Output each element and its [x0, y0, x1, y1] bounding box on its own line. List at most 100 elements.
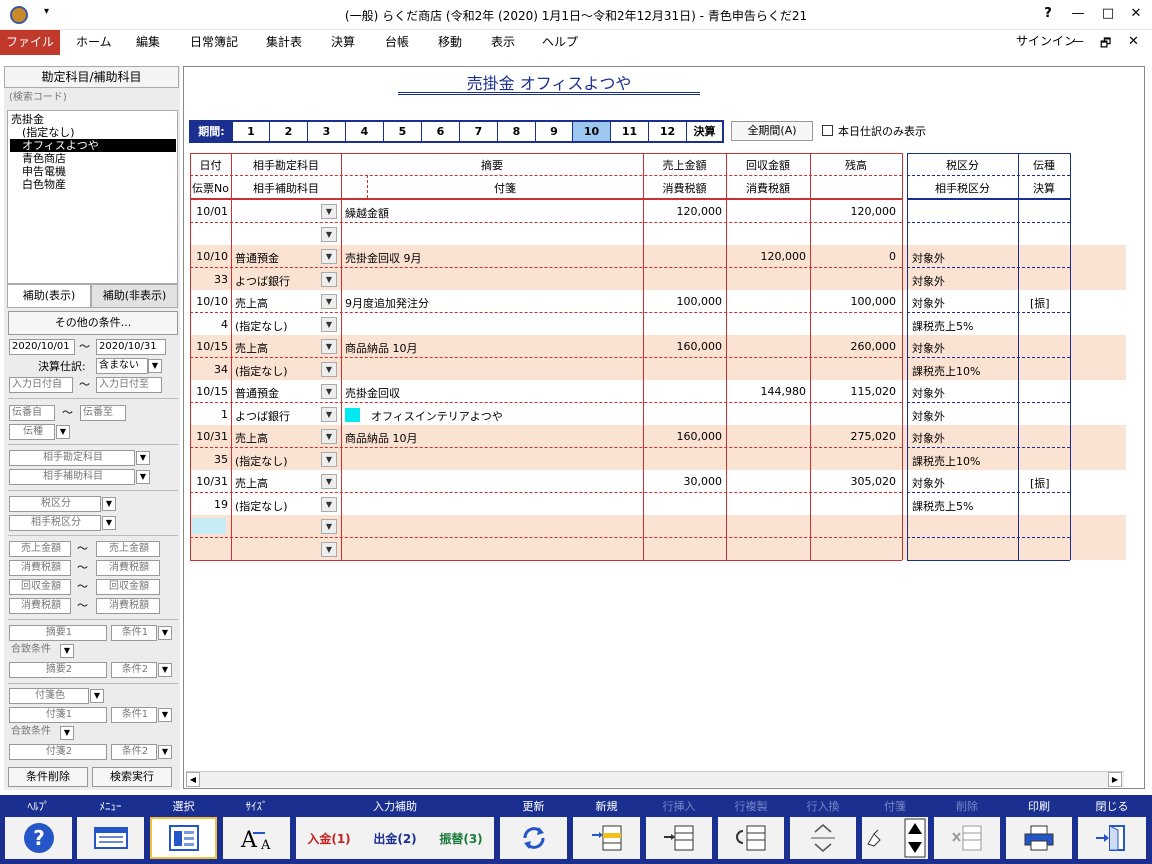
chevron-down-icon[interactable]: ▼ [321, 362, 337, 377]
update-tool-button[interactable]: 更新 [498, 798, 569, 861]
counter-taxcat-cell[interactable]: 課税売上10% [912, 453, 1016, 469]
deposit-button[interactable]: 入金(1) [307, 830, 350, 847]
summary-cell[interactable]: 繰越金額 [345, 205, 641, 221]
row-divider [190, 267, 902, 268]
slipno-cell[interactable]: 33 [190, 273, 228, 286]
chevron-down-icon[interactable]: ▼ [321, 272, 337, 287]
sales-cell[interactable]: 160,000 [643, 340, 723, 353]
scroll-right-icon[interactable]: ▶ [1108, 772, 1122, 787]
date-cell[interactable]: 10/15 [190, 385, 228, 398]
slipno-cell[interactable]: 1 [190, 408, 228, 421]
row-divider [907, 492, 1070, 493]
counter-account-cell[interactable]: 売上高 [235, 295, 319, 311]
slipno-cell[interactable]: 19 [190, 498, 228, 511]
sales-cell[interactable]: 100,000 [643, 295, 723, 308]
chevron-down-icon[interactable]: ▼ [321, 317, 337, 332]
size-tool-button[interactable]: ｻｲｽﾞ AA [221, 798, 292, 861]
counter-sub-cell[interactable]: (指定なし) [235, 318, 319, 334]
counter-taxcat-cell[interactable]: 課税売上5% [912, 318, 1016, 334]
date-cell[interactable]: 10/31 [190, 475, 228, 488]
row-insert-tool-button[interactable]: 行挿入 [644, 798, 714, 861]
header-date: 日付 [199, 159, 222, 172]
slipno-cell[interactable]: 34 [190, 363, 228, 376]
chevron-down-icon[interactable]: ▼ [321, 294, 337, 309]
tag-color-swatch [345, 408, 360, 422]
chevron-down-icon[interactable]: ▼ [321, 429, 337, 444]
counter-taxcat-cell[interactable]: 対象外 [912, 273, 1016, 289]
tag-up-down-icon[interactable] [904, 818, 926, 858]
header-slipno: 伝票No [192, 182, 229, 195]
chevron-down-icon[interactable]: ▼ [321, 339, 337, 354]
summary-cell[interactable]: 売掛金回収 [345, 385, 641, 401]
counter-sub-cell[interactable]: よつば銀行 [235, 408, 319, 424]
chevron-down-icon[interactable]: ▼ [321, 497, 337, 512]
column-border [902, 153, 903, 560]
new-entry-date-input[interactable] [192, 518, 226, 534]
counter-taxcat-cell[interactable]: 課税売上5% [912, 498, 1016, 514]
new-tool-button[interactable]: 新規 [571, 798, 642, 861]
sales-cell[interactable]: 160,000 [643, 430, 723, 443]
horizontal-scrollbar[interactable]: ◀ ▶ [186, 771, 1124, 787]
tag-tool-button[interactable]: 付箋 [860, 798, 930, 861]
counter-sub-cell[interactable]: (指定なし) [235, 498, 319, 514]
collect-cell[interactable]: 144,980 [726, 385, 807, 398]
taxcat-cell[interactable]: 対象外 [912, 385, 1016, 401]
summary-cell[interactable]: 売掛金回収 9月 [345, 250, 641, 266]
collect-cell[interactable]: 120,000 [726, 250, 807, 263]
counter-sub-cell[interactable]: (指定なし) [235, 363, 319, 379]
chevron-down-icon[interactable]: ▼ [321, 249, 337, 264]
chevron-down-icon[interactable]: ▼ [321, 452, 337, 467]
chevron-down-icon[interactable]: ▼ [321, 384, 337, 399]
counter-taxcat-cell[interactable]: 対象外 [912, 408, 1016, 424]
taxcat-cell[interactable]: 対象外 [912, 250, 1016, 266]
delete-tool-button[interactable]: 削除 [932, 798, 1002, 861]
summary-cell[interactable]: 商品納品 10月 [345, 340, 641, 356]
column-border [643, 153, 644, 560]
date-cell[interactable]: 10/01 [190, 205, 228, 218]
print-tool-button[interactable]: 印刷 [1004, 798, 1074, 861]
counter-account-cell[interactable]: 普通預金 [235, 385, 319, 401]
counter-account-cell[interactable]: 普通預金 [235, 250, 319, 266]
chevron-down-icon[interactable]: ▼ [321, 204, 337, 219]
header-tax1: 消費税額 [662, 182, 707, 195]
counter-sub-cell[interactable]: よつば銀行 [235, 273, 319, 289]
counter-taxcat-cell[interactable]: 課税売上10% [912, 363, 1016, 379]
taxcat-cell[interactable]: 対象外 [912, 475, 1016, 491]
date-cell[interactable]: 10/10 [190, 295, 228, 308]
header-tax2: 消費税額 [746, 182, 790, 195]
chevron-down-icon[interactable]: ▼ [321, 227, 337, 242]
sales-cell[interactable]: 30,000 [643, 475, 723, 488]
summary-cell[interactable]: 商品納品 10月 [345, 430, 641, 446]
withdraw-button[interactable]: 出金(2) [373, 830, 416, 847]
summary-cell[interactable]: 9月度追加発注分 [345, 295, 641, 311]
menu-tool-button[interactable]: ﾒﾆｭｰ [75, 798, 146, 861]
tag-cell[interactable]: オフィスインテリアよつや [371, 408, 641, 424]
select-tool-button[interactable]: 選択 [148, 798, 219, 861]
close-tool-button[interactable]: 閉じる [1076, 798, 1148, 861]
counter-account-cell[interactable]: 売上高 [235, 430, 319, 446]
slipno-cell[interactable]: 35 [190, 453, 228, 466]
chevron-down-icon[interactable]: ▼ [321, 542, 337, 557]
sales-cell[interactable]: 120,000 [643, 205, 723, 218]
transfer-button[interactable]: 振替(3) [439, 830, 482, 847]
row-divider [190, 537, 902, 538]
scroll-left-icon[interactable]: ◀ [186, 772, 200, 787]
taxcat-cell[interactable]: 対象外 [912, 295, 1016, 311]
counter-account-cell[interactable]: 売上高 [235, 475, 319, 491]
date-cell[interactable]: 10/15 [190, 340, 228, 353]
taxcat-cell[interactable]: 対象外 [912, 340, 1016, 356]
row-swap-tool-button[interactable]: 行入換 [788, 798, 858, 861]
chevron-down-icon[interactable]: ▼ [321, 407, 337, 422]
counter-account-cell[interactable]: 売上高 [235, 340, 319, 356]
slipno-cell[interactable]: 4 [190, 318, 228, 331]
taxcat-cell[interactable]: 対象外 [912, 430, 1016, 446]
row-copy-tool-button[interactable]: 行複製 [716, 798, 786, 861]
chevron-down-icon[interactable]: ▼ [321, 519, 337, 534]
counter-sub-cell[interactable]: (指定なし) [235, 453, 319, 469]
chevron-down-icon[interactable]: ▼ [321, 474, 337, 489]
balance-cell: 305,020 [850, 475, 897, 488]
date-cell[interactable]: 10/10 [190, 250, 228, 263]
date-cell[interactable]: 10/31 [190, 430, 228, 443]
help-tool-button[interactable]: ﾍﾙﾌﾟ ? [3, 798, 74, 861]
size-tool-label: ｻｲｽﾞ [245, 800, 268, 813]
